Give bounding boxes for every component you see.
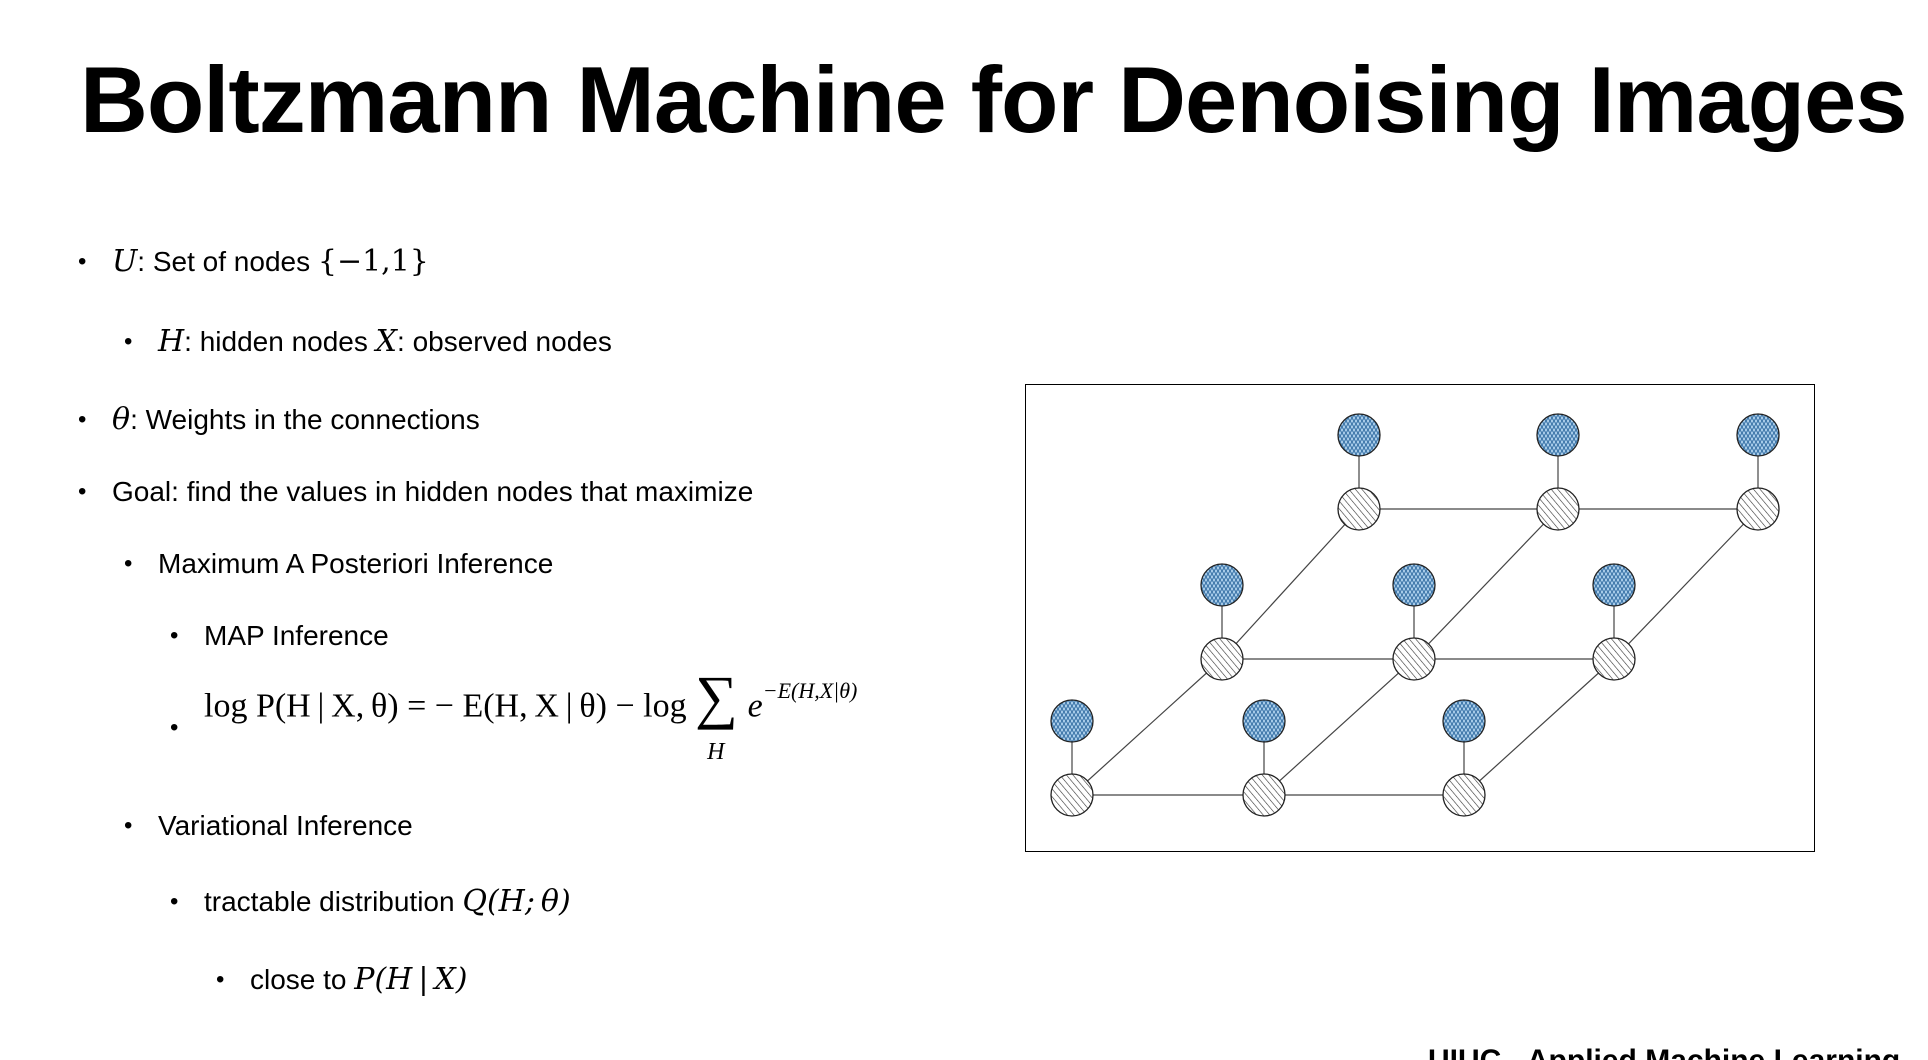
- observed-node: [1200, 563, 1244, 607]
- observed-node: [1536, 413, 1580, 457]
- grid-graph: [1050, 413, 1780, 817]
- hidden-node: [1592, 637, 1636, 681]
- symbol-u: U: [112, 244, 138, 279]
- bullet-glyph: •: [170, 888, 179, 915]
- bullet-text: : Set of nodes: [137, 246, 318, 277]
- formula-exponent: −E(H,X|θ): [762, 678, 858, 703]
- bullet-close-to: • close to P(H | X): [216, 960, 468, 1000]
- bullet-text: Goal: find the values in hidden nodes th…: [112, 476, 754, 507]
- hidden-node: [1337, 487, 1381, 531]
- bullet-glyph: •: [78, 248, 87, 275]
- hidden-node: [1242, 773, 1286, 817]
- observed-node: [1592, 563, 1636, 607]
- bullet-text: tractable distribution: [204, 886, 463, 917]
- bullet-glyph: •: [124, 550, 133, 577]
- observed-node: [1050, 699, 1094, 743]
- bullet-text: : Weights in the connections: [130, 404, 480, 435]
- bullet-text: Variational Inference: [158, 810, 413, 841]
- bullet-text: Maximum A Posteriori Inference: [158, 548, 554, 579]
- q-distribution: Q(H; θ): [462, 884, 571, 919]
- bullet-goal: • Goal: find the values in hidden nodes …: [78, 472, 754, 512]
- course-footer: UIUC - Applied Machine Learning: [1428, 1044, 1900, 1060]
- bullet-tractable: • tractable distribution Q(H; θ): [170, 882, 571, 922]
- sum-subscript: H: [707, 738, 725, 765]
- bullet-glyph: •: [78, 478, 87, 505]
- bullet-map-long: • Maximum A Posteriori Inference: [124, 544, 554, 584]
- lattice-edge: [1263, 658, 1415, 796]
- bullet-glyph: •: [124, 328, 133, 355]
- bullet-hidden-observed: • H: hidden nodes X: observed nodes: [124, 322, 612, 362]
- sum-symbol: ∑: [695, 663, 738, 730]
- bullet-text: close to: [250, 964, 355, 995]
- grid-edges: [1071, 435, 1759, 796]
- formula-base: e: [747, 687, 763, 725]
- hidden-node: [1536, 487, 1580, 531]
- symbol-x: X: [375, 324, 398, 359]
- formula-lhs: log P(H | X, θ) = − E(H, X | θ) − log: [204, 687, 687, 725]
- slide-title: Boltzmann Machine for Denoising Images: [80, 47, 1908, 152]
- hidden-node: [1200, 637, 1244, 681]
- bullet-glyph: •: [124, 812, 133, 839]
- bullet-glyph: •: [78, 406, 87, 433]
- observed-node: [1392, 563, 1436, 607]
- lattice-edge: [1071, 658, 1223, 796]
- observed-node: [1736, 413, 1780, 457]
- hidden-node: [1050, 773, 1094, 817]
- symbol-theta: θ: [112, 402, 131, 437]
- bullet-nodes-set: • U: Set of nodes {−1,1}: [78, 242, 429, 282]
- bullet-text: : observed nodes: [397, 326, 612, 357]
- boltzmann-grid-diagram: [1025, 384, 1815, 852]
- bullet-map-short: • MAP Inference: [170, 616, 389, 656]
- lattice-edge: [1463, 658, 1615, 796]
- observed-node: [1242, 699, 1286, 743]
- bullet-glyph: •: [170, 622, 179, 649]
- summation: ∑ H: [695, 667, 739, 765]
- hidden-node: [1736, 487, 1780, 531]
- bullet-weights: • θ: Weights in the connections: [78, 400, 480, 440]
- symbol-h: H: [158, 324, 185, 359]
- observed-node: [1442, 699, 1486, 743]
- observed-node: [1337, 413, 1381, 457]
- grid-nodes: [1050, 413, 1780, 817]
- bullet-text: MAP Inference: [204, 620, 389, 651]
- node-value-set: {−1,1}: [317, 244, 429, 279]
- bullet-text: : hidden nodes: [184, 326, 376, 357]
- bullet-variational: • Variational Inference: [124, 806, 413, 846]
- bullet-glyph: •: [170, 714, 179, 741]
- hidden-node: [1442, 773, 1486, 817]
- p-posterior: P(H | X): [354, 962, 468, 997]
- hidden-node: [1392, 637, 1436, 681]
- bullet-glyph: •: [216, 966, 225, 993]
- log-posterior-formula: • log P(H | X, θ) = − E(H, X | θ) − log …: [170, 667, 857, 784]
